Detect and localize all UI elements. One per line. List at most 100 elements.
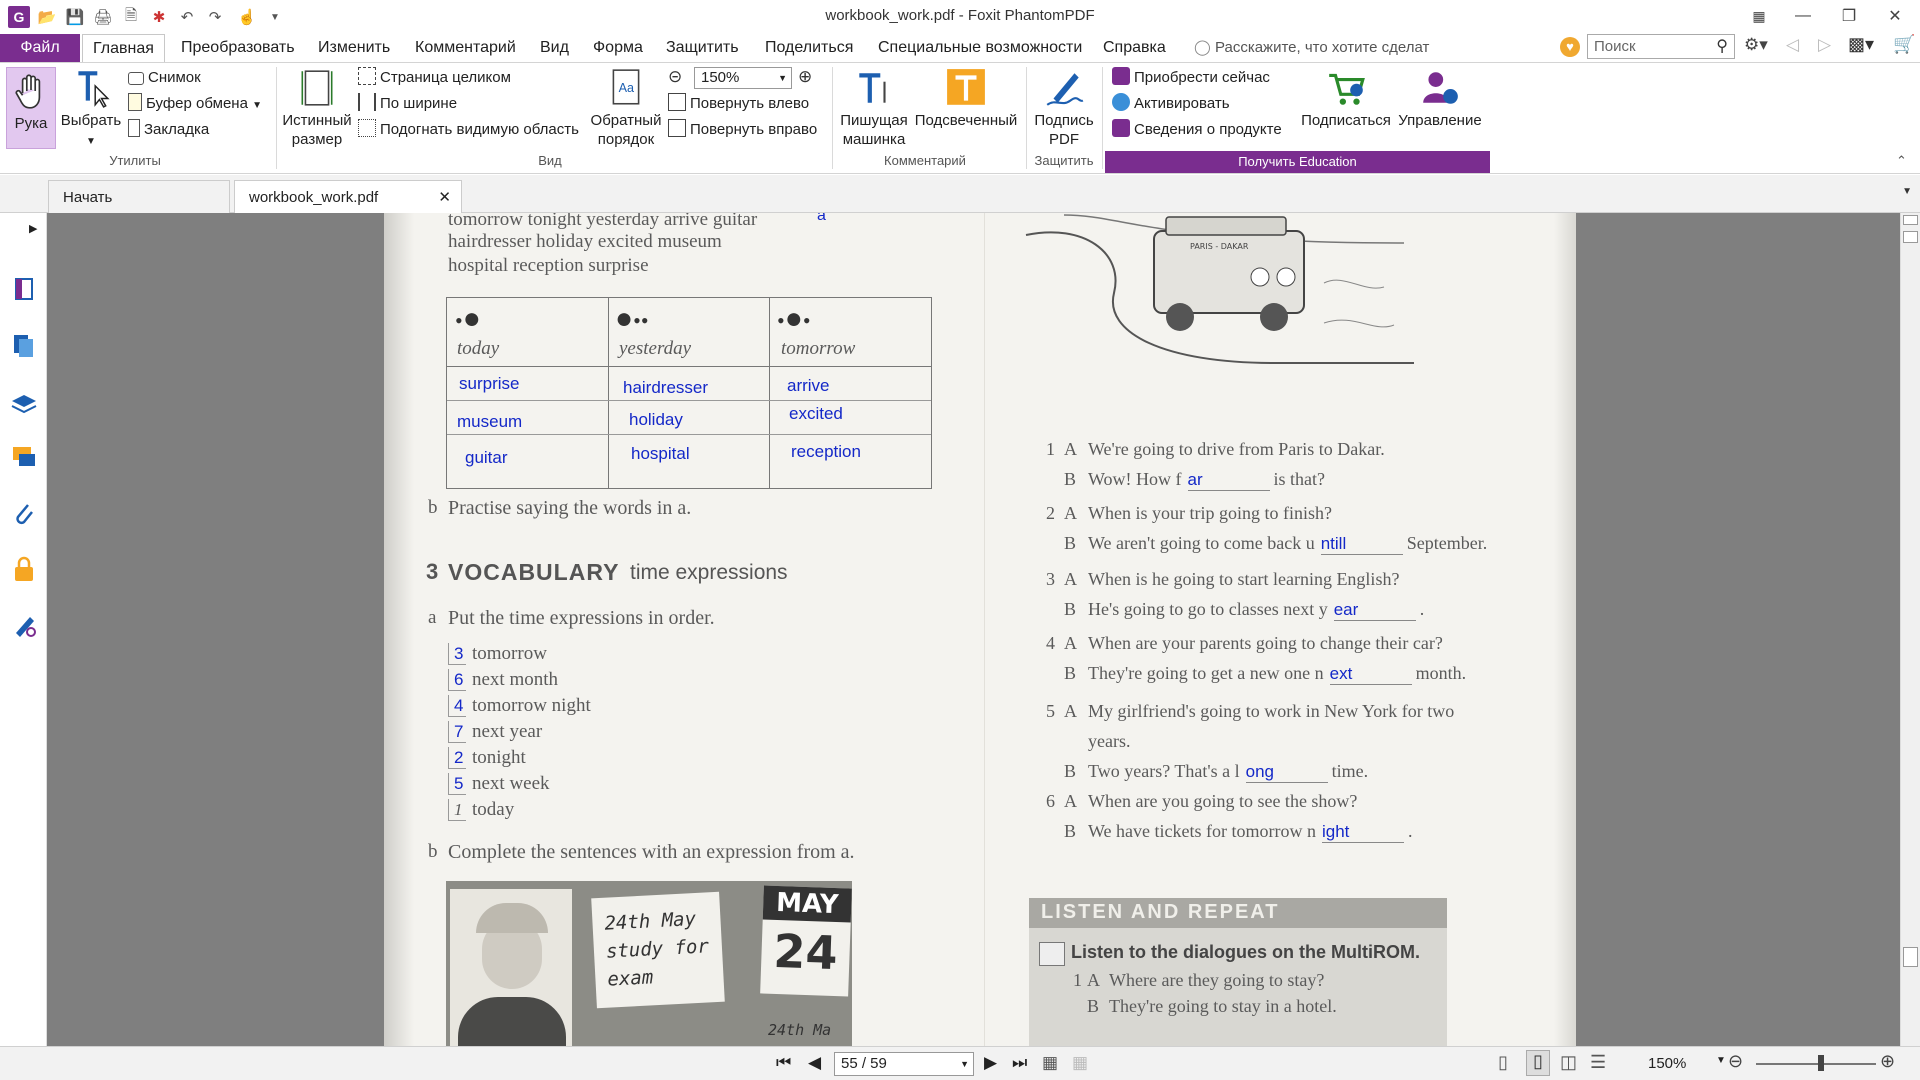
fit-visible-button[interactable]: Подогнать видимую область <box>358 119 579 141</box>
user-icon[interactable]: ▩▾ <box>1848 34 1874 55</box>
settings-icon[interactable]: ⚙▾ <box>1744 35 1768 55</box>
tab-form[interactable]: Форма <box>590 34 646 62</box>
zoom-select[interactable]: 150% ▼ <box>694 67 792 89</box>
tab-start[interactable]: Начать <box>48 180 230 213</box>
tab-convert[interactable]: Преобразовать <box>178 34 298 62</box>
select-tool-button[interactable]: Выбрать ▼ <box>58 67 124 151</box>
zoom-level[interactable]: 150% <box>1648 1055 1686 1072</box>
sign-pdf-button[interactable]: Подпись PDF <box>1030 67 1098 149</box>
order-text: tomorrow night <box>472 695 591 716</box>
snapshot-button[interactable]: Снимок <box>128 67 201 89</box>
tell-me-box[interactable]: ◯ Расскажите, что хотите сделат <box>1194 37 1429 59</box>
tab-share[interactable]: Поделиться <box>762 34 856 62</box>
tab-help[interactable]: Справка <box>1100 34 1169 62</box>
continuous-page-icon[interactable]: ▯ <box>1526 1050 1550 1076</box>
document-viewer[interactable]: tomorrow tonight yesterday arrive guitar… <box>47 213 1900 1046</box>
tab-document[interactable]: workbook_work.pdf ✕ <box>234 180 462 213</box>
security-lock-icon[interactable] <box>10 555 38 583</box>
actual-size-button[interactable]: Истинный размер <box>280 67 354 149</box>
attachments-icon[interactable] <box>10 499 38 527</box>
tab-protect[interactable]: Защитить <box>663 34 742 62</box>
hand-tool-button[interactable]: Рука <box>6 67 56 149</box>
extract-page-icon[interactable]: ▦ <box>1072 1053 1088 1073</box>
reverse-order-button[interactable]: Aa Обратный порядок <box>586 67 666 149</box>
status-bar: ⏮ ◀ 55 / 59 ▼ ▶ ⏭ ▦ ▦ ▯ ▯ ◫ ☰ 150% ▼ ⊖ ⊕ <box>0 1046 1920 1080</box>
tab-view[interactable]: Вид <box>537 34 572 62</box>
zoom-slider-thumb[interactable] <box>1818 1055 1824 1071</box>
continuous-facing-icon[interactable]: ☰ <box>1590 1052 1606 1073</box>
order-text: next week <box>472 773 550 794</box>
search-input[interactable]: Поиск ⚲ <box>1587 34 1735 59</box>
back-icon[interactable]: ◁ <box>1786 35 1799 55</box>
scroll-top-marker[interactable] <box>1903 231 1918 243</box>
first-page-icon[interactable]: ⏮ <box>776 1053 791 1073</box>
dialogue-label-a: A <box>1064 791 1077 811</box>
tab-document-label: workbook_work.pdf <box>249 189 379 206</box>
highlight-icon <box>947 69 985 105</box>
previous-page-icon[interactable]: ◀ <box>808 1053 821 1073</box>
feedback-icon[interactable]: ♥ <box>1560 37 1580 57</box>
tab-home[interactable]: Главная <box>82 34 165 63</box>
facing-page-icon[interactable]: ◫ <box>1560 1052 1577 1073</box>
tabs-dropdown-icon[interactable]: ▼ <box>1902 186 1912 197</box>
pages-icon[interactable] <box>10 275 38 303</box>
bookmark-button[interactable]: Закладка <box>128 119 209 141</box>
manage-user-icon <box>1423 72 1458 104</box>
about-button[interactable]: Сведения о продукте <box>1112 119 1282 141</box>
thumbnails-icon[interactable] <box>10 331 38 359</box>
layers-icon[interactable] <box>10 387 38 415</box>
zoom-slider[interactable] <box>1756 1063 1876 1065</box>
buy-icon <box>1112 67 1130 85</box>
next-page-icon[interactable]: ▶ <box>984 1053 997 1073</box>
zoom-in-status-icon[interactable]: ⊕ <box>1880 1051 1895 1072</box>
subscribe-button[interactable]: Подписаться <box>1298 67 1394 130</box>
collapse-ribbon-icon[interactable]: ⌃ <box>1896 153 1907 169</box>
highlight-button[interactable]: Подсвеченный <box>914 67 1018 130</box>
maximize-button[interactable]: ❐ <box>1836 4 1862 28</box>
forward-icon[interactable]: ▷ <box>1818 35 1831 55</box>
buy-now-button[interactable]: Приобрести сейчас <box>1112 67 1270 89</box>
zoom-out-icon[interactable]: ⊝ <box>668 67 682 87</box>
rotate-left-button[interactable]: Повернуть влево <box>668 93 809 115</box>
scroll-up-arrow[interactable] <box>1903 215 1918 225</box>
expand-panel-icon[interactable]: ▶ <box>29 222 37 235</box>
search-placeholder: Поиск <box>1594 38 1636 55</box>
dialogue-line-b-row: ear. <box>1330 599 1424 621</box>
reverse-order-icon: Aa <box>612 69 640 105</box>
manage-button[interactable]: Управление <box>1398 67 1482 130</box>
zoom-in-icon[interactable]: ⊕ <box>798 67 812 87</box>
last-page-icon[interactable]: ⏭ <box>1012 1053 1027 1073</box>
clipboard-button[interactable]: Буфер обмена ▼ <box>128 93 262 115</box>
dialogue-label-b: B <box>1064 469 1077 489</box>
zoom-dropdown-icon[interactable]: ▼ <box>1716 1055 1726 1066</box>
dialogue-line-b-row: ntill September. <box>1317 533 1487 555</box>
typewriter-button[interactable]: Пишущая машинка <box>836 67 912 149</box>
search-icon[interactable]: ⚲ <box>1716 36 1728 56</box>
zoom-out-status-icon[interactable]: ⊖ <box>1728 1051 1743 1072</box>
fullscreen-icon[interactable]: ▦ <box>1746 4 1772 28</box>
vertical-scrollbar[interactable] <box>1900 213 1920 1046</box>
close-tab-icon[interactable]: ✕ <box>438 181 451 214</box>
tab-accessibility[interactable]: Специальные возможности <box>875 34 1085 62</box>
stress-table: •● ●•• •●• today yesterday tomorrow surp… <box>446 297 932 489</box>
rotate-right-button[interactable]: Повернуть вправо <box>668 119 817 141</box>
close-button[interactable]: ✕ <box>1882 4 1908 28</box>
zoom-dropdown-icon: ▼ <box>778 73 787 83</box>
minimize-button[interactable]: — <box>1790 4 1816 28</box>
insert-page-icon[interactable]: ▦ <box>1042 1053 1058 1073</box>
scroll-thumb[interactable] <box>1903 947 1918 967</box>
page-number-input[interactable]: 55 / 59 ▼ <box>834 1052 974 1076</box>
tab-comment[interactable]: Комментарий <box>412 34 519 62</box>
shopping-cart-icon[interactable]: 🛒 <box>1893 34 1915 55</box>
fit-width-button[interactable]: По ширине <box>358 93 457 115</box>
signatures-icon[interactable] <box>10 611 38 639</box>
order-number: 6 <box>454 670 464 689</box>
tab-edit[interactable]: Изменить <box>315 34 393 62</box>
single-page-icon[interactable]: ▯ <box>1498 1052 1508 1073</box>
fit-page-button[interactable]: Страница целиком <box>358 67 511 89</box>
comments-icon[interactable] <box>10 443 38 471</box>
tab-file[interactable]: Файл <box>0 34 80 62</box>
activate-button[interactable]: Активировать <box>1112 93 1230 115</box>
table-header-today: today <box>457 338 500 359</box>
page-dropdown-icon: ▼ <box>960 1059 969 1069</box>
